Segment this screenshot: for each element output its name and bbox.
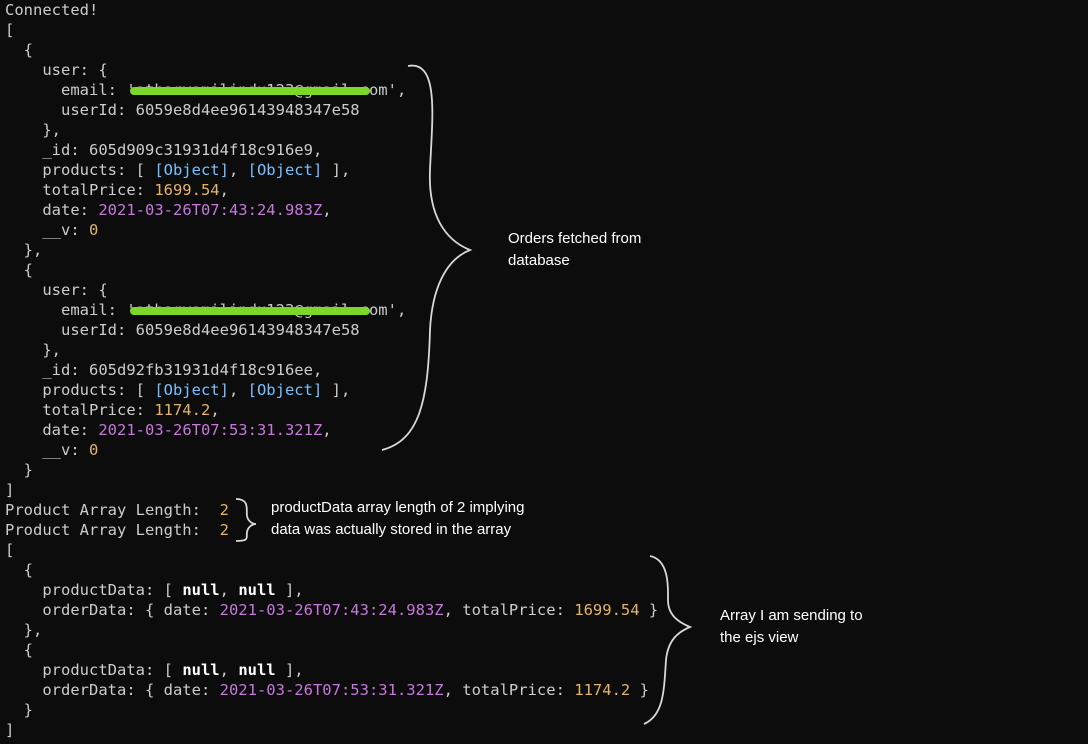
orders-brace — [381, 64, 473, 451]
orders-annotation: Orders fetched from database — [508, 228, 641, 272]
length-brace — [235, 498, 257, 542]
annotation-line: productData array length of 2 implying — [271, 499, 525, 516]
length-annotation: productData array length of 2 implying d… — [271, 497, 524, 541]
array-annotation: Array I am sending to the ejs view — [720, 605, 863, 649]
annotation-line: database — [508, 252, 570, 269]
annotation-line: Orders fetched from — [508, 230, 642, 247]
annotation-line: data was actually stored in the array — [271, 521, 512, 538]
annotation-line: Array I am sending to — [720, 607, 863, 624]
annotation-line: the ejs view — [720, 629, 799, 646]
annotation-braces — [235, 64, 693, 725]
array-brace — [643, 555, 693, 725]
